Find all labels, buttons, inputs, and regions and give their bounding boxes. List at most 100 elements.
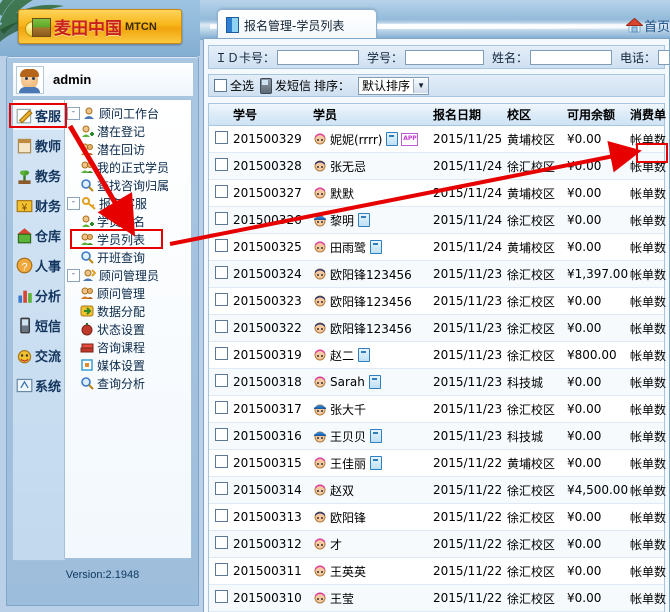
student-name-link[interactable]: 王英英 bbox=[330, 563, 366, 580]
row-checkbox[interactable] bbox=[215, 239, 228, 252]
header-student-no[interactable]: 学号 bbox=[233, 106, 313, 123]
tree-item-6[interactable]: -报名客服 bbox=[67, 194, 191, 212]
student-name-link[interactable]: 王莹 bbox=[330, 590, 354, 607]
rail-item-2[interactable]: 教师 bbox=[13, 130, 65, 160]
row-checkbox[interactable] bbox=[215, 590, 228, 603]
table-row[interactable]: 201500323欧阳锋1234562015/11/23徐汇校区¥0.00帐单数… bbox=[209, 288, 664, 315]
student-name-link[interactable]: 欧阳锋 bbox=[330, 509, 366, 526]
id-card-icon[interactable] bbox=[386, 132, 398, 146]
table-row[interactable]: 201500325田雨鹭2015/11/24黄埔校区¥0.00帐单数1增加 bbox=[209, 234, 664, 261]
tab-student-list[interactable]: 报名管理-学员列表 bbox=[217, 9, 377, 40]
tree-item-11[interactable]: 顾问管理 bbox=[67, 284, 191, 302]
tree-item-8[interactable]: 学员列表 bbox=[67, 230, 191, 248]
tree-item-7[interactable]: 学员报名 bbox=[67, 212, 191, 230]
tree-expander-icon[interactable]: - bbox=[67, 269, 80, 282]
rail-item-5[interactable]: 仓库 bbox=[13, 220, 65, 250]
row-checkbox[interactable] bbox=[215, 482, 228, 495]
table-row[interactable]: 201500317张大千2015/11/23徐汇校区¥0.00帐单数0增加 bbox=[209, 396, 664, 423]
table-row[interactable]: 201500327默默2015/11/24黄埔校区¥0.00帐单数0增加 bbox=[209, 180, 664, 207]
table-row[interactable]: 201500329妮妮(rrrr)APP2015/11/25黄埔校区¥0.00帐… bbox=[209, 126, 664, 153]
row-checkbox[interactable] bbox=[215, 455, 228, 468]
tree-item-5[interactable]: 查找咨询归属 bbox=[67, 176, 191, 194]
table-row[interactable]: 201500310王莹2015/11/22徐汇校区¥0.00帐单数0增加 bbox=[209, 585, 664, 612]
student-name-link[interactable]: 王贝贝 bbox=[330, 428, 366, 445]
tree-item-13[interactable]: 状态设置 bbox=[67, 320, 191, 338]
header-student-name[interactable]: 学员 bbox=[313, 106, 433, 123]
tree-item-4[interactable]: 我的正式学员 bbox=[67, 158, 191, 176]
tree-item-16[interactable]: 查询分析 bbox=[67, 374, 191, 392]
id-card-icon[interactable] bbox=[370, 429, 382, 443]
table-row[interactable]: 201500314赵双2015/11/22徐汇校区¥4,500.00帐单数0增加 bbox=[209, 477, 664, 504]
row-checkbox[interactable] bbox=[215, 266, 228, 279]
send-sms-button[interactable]: 发短信 bbox=[275, 77, 311, 94]
header-balance[interactable]: 可用余额 bbox=[567, 106, 630, 123]
row-checkbox[interactable] bbox=[215, 158, 228, 171]
select-all-checkbox[interactable] bbox=[214, 79, 227, 92]
row-checkbox[interactable] bbox=[215, 563, 228, 576]
table-row[interactable]: 201500322欧阳锋1234562015/11/23徐汇校区¥0.00帐单数… bbox=[209, 315, 664, 342]
app-icon[interactable]: APP bbox=[401, 133, 418, 146]
student-name-link[interactable]: 妮妮(rrrr) bbox=[330, 131, 382, 148]
id-card-icon[interactable] bbox=[369, 375, 381, 389]
header-consumption[interactable]: 消费单 bbox=[630, 106, 666, 123]
tree-item-1[interactable]: -顾问工作台 bbox=[67, 104, 191, 122]
student-name-link[interactable]: 王佳丽 bbox=[330, 455, 366, 472]
table-row[interactable]: 201500312才2015/11/22徐汇校区¥0.00帐单数0增加 bbox=[209, 531, 664, 558]
rail-item-8[interactable]: 短信 bbox=[13, 310, 65, 340]
row-checkbox[interactable] bbox=[215, 347, 228, 360]
phone-input[interactable] bbox=[658, 50, 670, 65]
student-name-link[interactable]: 欧阳锋123456 bbox=[330, 293, 412, 310]
rail-item-3[interactable]: 教务 bbox=[13, 160, 65, 190]
student-name-link[interactable]: 张无忌 bbox=[330, 158, 366, 175]
table-row[interactable]: 201500313欧阳锋2015/11/22徐汇校区¥0.00帐单数1增加 bbox=[209, 504, 664, 531]
student-name-link[interactable]: 欧阳锋123456 bbox=[330, 266, 412, 283]
tree-item-14[interactable]: 咨询课程 bbox=[67, 338, 191, 356]
row-checkbox[interactable] bbox=[215, 401, 228, 414]
student-name-link[interactable]: 默默 bbox=[330, 185, 354, 202]
row-checkbox[interactable] bbox=[215, 185, 228, 198]
tree-item-12[interactable]: 数据分配 bbox=[67, 302, 191, 320]
student-name-link[interactable]: 欧阳锋123456 bbox=[330, 320, 412, 337]
table-row[interactable]: 201500311王英英2015/11/22徐汇校区¥0.00帐单数1增加 bbox=[209, 558, 664, 585]
rail-item-4[interactable]: ¥财务 bbox=[13, 190, 65, 220]
student-name-link[interactable]: 才 bbox=[330, 536, 342, 553]
table-row[interactable]: 201500316王贝贝2015/11/23科技城¥0.00帐单数0增加 bbox=[209, 423, 664, 450]
rail-item-6[interactable]: ?人事 bbox=[13, 250, 65, 280]
table-row[interactable]: 201500326黎明2015/11/24徐汇校区¥0.00帐单数1增加 bbox=[209, 207, 664, 234]
table-row[interactable]: 201500318Sarah2015/11/23科技城¥0.00帐单数0增加 bbox=[209, 369, 664, 396]
table-row[interactable]: 201500315王佳丽2015/11/22黄埔校区¥0.00帐单数1增加 bbox=[209, 450, 664, 477]
row-checkbox[interactable] bbox=[215, 536, 228, 549]
row-checkbox[interactable] bbox=[215, 131, 228, 144]
tree-item-10[interactable]: -顾问管理员 bbox=[67, 266, 191, 284]
row-checkbox[interactable] bbox=[215, 428, 228, 441]
id-card-icon[interactable] bbox=[358, 348, 370, 362]
student-name-link[interactable]: 赵双 bbox=[330, 482, 354, 499]
tree-item-15[interactable]: 媒体设置 bbox=[67, 356, 191, 374]
student-name-link[interactable]: Sarah bbox=[330, 375, 365, 389]
name-input[interactable] bbox=[530, 50, 612, 65]
table-row[interactable]: 201500328张无忌2015/11/24徐汇校区¥0.00帐单数1增加 bbox=[209, 153, 664, 180]
rail-item-10[interactable]: 系统 bbox=[13, 370, 65, 400]
tree-expander-icon[interactable]: - bbox=[67, 107, 80, 120]
row-checkbox[interactable] bbox=[215, 212, 228, 225]
tree-item-9[interactable]: 开班查询 bbox=[67, 248, 191, 266]
home-link[interactable]: 首页 bbox=[626, 16, 670, 35]
current-user[interactable]: admin bbox=[12, 62, 194, 97]
header-campus[interactable]: 校区 bbox=[507, 106, 567, 123]
tree-item-3[interactable]: 潜在回访 bbox=[67, 140, 191, 158]
rail-item-1[interactable]: 客服 bbox=[13, 100, 65, 130]
table-row[interactable]: 201500319赵二2015/11/23徐汇校区¥800.00帐单数1增加 bbox=[209, 342, 664, 369]
row-checkbox[interactable] bbox=[215, 509, 228, 522]
student-name-link[interactable]: 张大千 bbox=[330, 401, 366, 418]
id-card-icon[interactable] bbox=[370, 456, 382, 470]
tree-item-2[interactable]: 潜在登记 bbox=[67, 122, 191, 140]
table-row[interactable]: 201500324欧阳锋1234562015/11/23徐汇校区¥1,397.0… bbox=[209, 261, 664, 288]
sort-select[interactable]: 默认排序 ▼ bbox=[358, 77, 429, 95]
tree-expander-icon[interactable]: - bbox=[67, 197, 80, 210]
header-enroll-date[interactable]: 报名日期 bbox=[433, 106, 507, 123]
rail-item-7[interactable]: 分析 bbox=[13, 280, 65, 310]
id-card-icon[interactable] bbox=[370, 240, 382, 254]
row-checkbox[interactable] bbox=[215, 374, 228, 387]
id-card-icon[interactable] bbox=[358, 213, 370, 227]
student-name-link[interactable]: 黎明 bbox=[330, 212, 354, 229]
